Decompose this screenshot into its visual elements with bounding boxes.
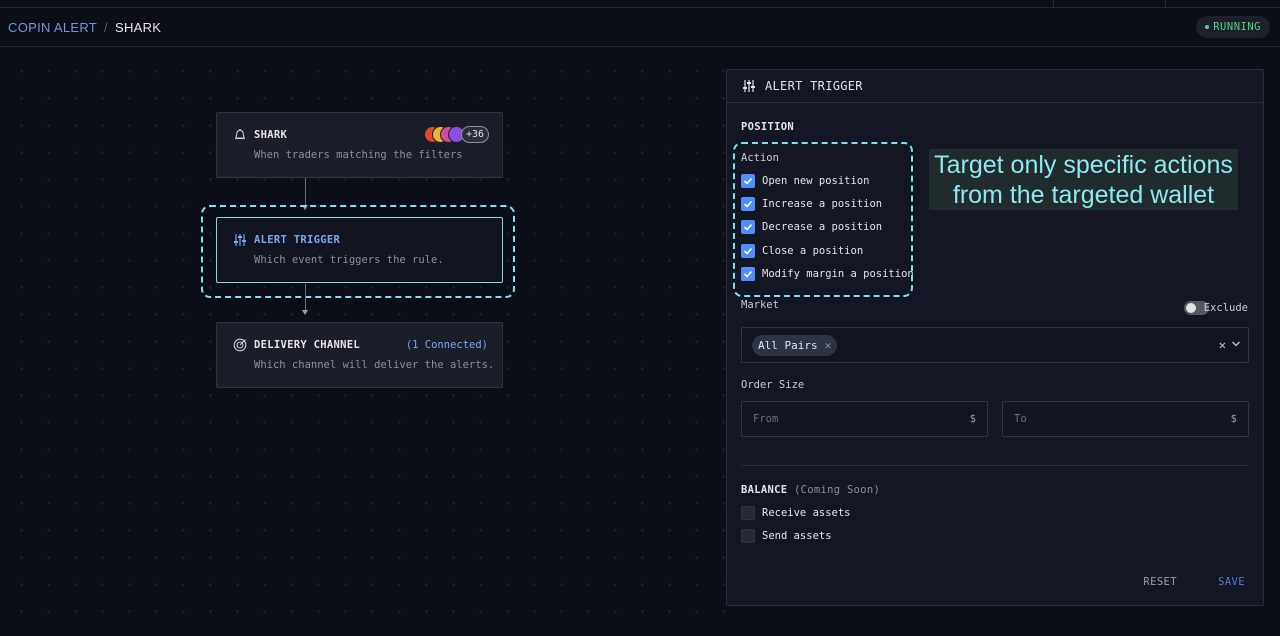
order-size-label: Order Size [741,379,805,391]
annotation-line: from the targeted wallet [952,181,1215,209]
input-placeholder: To [1014,413,1027,425]
connector-arrow-icon [302,310,308,315]
node-description: Which event triggers the rule. [254,254,444,266]
market-select[interactable]: All Pairs ✕ ✕ [741,327,1249,363]
clear-icon[interactable]: ✕ [1219,338,1226,352]
reset-button[interactable]: RESET [1143,576,1177,588]
highlight-outline [733,142,913,297]
panel-header: ALERT TRIGGER [727,70,1263,103]
balance-checkbox-send[interactable]: Send assets [741,529,832,543]
annotation-callout: Target only specific actions from the ta… [929,149,1238,210]
top-strip [0,0,1280,8]
flow-node-delivery[interactable]: DELIVERY CHANNEL (1 Connected) Which cha… [216,322,503,388]
chip-label: All Pairs [758,339,818,352]
market-chip: All Pairs ✕ [752,335,838,356]
breadcrumb-root-link[interactable]: COPIN ALERT [8,20,97,35]
node-title: DELIVERY CHANNEL [254,339,360,351]
node-title: ALERT TRIGGER [254,234,341,246]
header: COPIN ALERT / SHARK RUNNING [0,8,1280,47]
flow-node-source[interactable]: SHARK When traders matching the filters … [216,112,503,178]
balance-title: BALANCE [741,484,788,496]
bell-icon [235,129,245,140]
checkbox[interactable] [741,506,755,520]
connected-count: (1 Connected) [405,339,488,351]
top-divider [1165,0,1166,7]
flow-node-trigger[interactable]: ALERT TRIGGER Which event triggers the r… [216,217,503,283]
coming-soon-note: (Coming Soon) [793,484,881,496]
status-badge: RUNNING [1196,16,1270,38]
connector-line [305,178,306,206]
breadcrumb-current: SHARK [114,19,162,35]
sliders-icon [743,80,755,92]
currency-suffix: $ [1230,413,1237,425]
checkbox-label: Send assets [762,530,832,542]
annotation-line: Target only specific actions [934,151,1233,179]
currency-suffix: $ [969,413,976,425]
chip-remove-icon[interactable]: ✕ [825,339,832,352]
balance-checkbox-receive[interactable]: Receive assets [741,506,851,520]
toggle-knob [1186,303,1196,313]
chevron-down-icon[interactable] [1231,338,1241,350]
trader-avatars: +36 [424,126,490,144]
node-description: When traders matching the filters [254,149,463,161]
checkbox-label: Receive assets [762,507,851,519]
input-placeholder: From [753,413,779,425]
target-icon [233,338,247,352]
section-divider [741,465,1249,466]
balance-heading: BALANCE (Coming Soon) [741,484,880,496]
market-label: Market [741,299,779,311]
node-description: Which channel will deliver the alerts. [254,359,495,371]
node-title: SHARK [254,129,288,141]
position-heading: POSITION [741,121,794,133]
avatar-more-count: +36 [461,126,490,143]
save-button[interactable]: SAVE [1218,576,1245,588]
order-size-to-input[interactable]: To $ [1002,401,1249,437]
status-dot-icon [1205,25,1210,29]
breadcrumb-separator: / [104,19,108,35]
flow-canvas[interactable]: SHARK When traders matching the filters … [0,48,725,636]
checkbox[interactable] [741,529,755,543]
top-divider [1053,0,1054,7]
panel-title: ALERT TRIGGER [765,79,863,93]
exclude-label: Exclude [1203,302,1248,314]
status-label: RUNNING [1213,21,1261,33]
sliders-icon [234,234,246,246]
connector-line [305,284,306,311]
order-size-from-input[interactable]: From $ [741,401,988,437]
